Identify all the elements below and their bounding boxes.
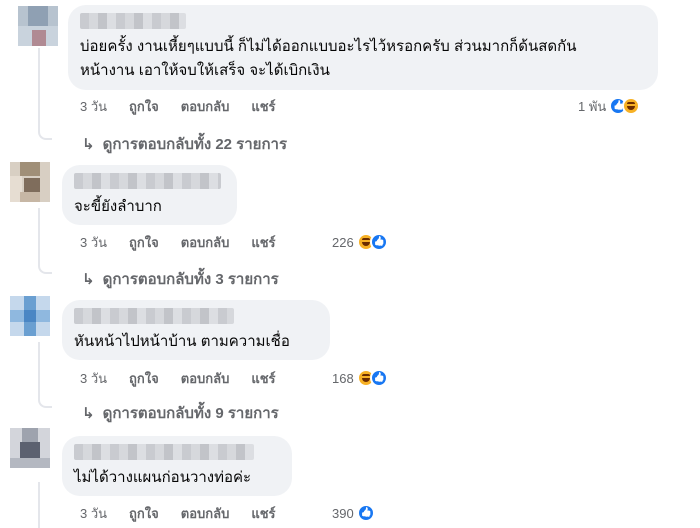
thread-elbow [38,128,52,140]
view-replies-link[interactable]: ↳ ดูการตอบกลับทั้ง 3 รายการ [82,267,279,291]
reply-button[interactable]: ตอบกลับ [181,368,230,389]
like-button[interactable]: ถูกใจ [129,232,159,253]
reply-arrow-icon: ↳ [82,271,95,288]
comment-bubble: ไม่ได้วางแผนก่อนวางท่อค่ะ [62,436,292,496]
timestamp[interactable]: 3 วัน [80,368,107,389]
like-button[interactable]: ถูกใจ [129,96,159,117]
view-replies-label: ดูการตอบกลับทั้ง 3 รายการ [102,271,279,288]
comment-actions: 3 วัน ถูกใจ ตอบกลับ แชร์ [80,503,292,523]
view-replies-label: ดูการตอบกลับทั้ง 22 รายการ [102,136,288,153]
reaction-summary[interactable]: 226 [332,232,388,252]
avatar[interactable] [18,6,58,46]
thread-line [38,482,40,528]
share-button[interactable]: แชร์ [251,232,275,253]
avatar[interactable] [10,296,50,336]
reaction-summary[interactable]: 1 พัน [578,96,641,116]
comment-actions: 3 วัน ถูกใจ ตอบกลับ แชร์ [80,96,298,116]
reaction-count: 226 [332,234,354,250]
reaction-count: 168 [332,370,354,386]
thread-elbow [38,262,52,274]
comment-bubble: หันหน้าไปหน้าบ้าน ตามความเชื่อ [62,300,330,360]
avatar[interactable] [10,162,50,202]
author-name-blurred[interactable] [74,173,221,189]
thread-line [38,208,40,264]
comment-bubble: จะขี้ยังลำบาก [62,165,237,225]
haha-icon [622,97,641,115]
view-replies-link[interactable]: ↳ ดูการตอบกลับทั้ง 9 รายการ [82,401,279,425]
reaction-summary[interactable]: 168 [332,368,388,388]
thread-line [38,342,40,398]
avatar[interactable] [10,428,50,468]
timestamp[interactable]: 3 วัน [80,232,107,253]
reaction-count: 390 [332,505,354,521]
comment-text: หน้างาน เอาให้จบให้เสร็จ จะได้เบิกเงิน [80,62,330,79]
timestamp[interactable]: 3 วัน [80,503,107,524]
like-icon [369,369,388,387]
reply-button[interactable]: ตอบกลับ [181,232,230,253]
share-button[interactable]: แชร์ [251,503,275,524]
comment-actions: 3 วัน ถูกใจ ตอบกลับ แชร์ [80,368,292,388]
comment-actions: 3 วัน ถูกใจ ตอบกลับ แชร์ [80,232,292,252]
thread-line [38,48,40,130]
view-replies-label: ดูการตอบกลับทั้ง 9 รายการ [102,405,279,422]
author-name-blurred[interactable] [80,13,186,29]
reaction-summary[interactable]: 390 [332,503,375,523]
author-name-blurred[interactable] [74,444,254,460]
reply-arrow-icon: ↳ [82,136,95,153]
timestamp[interactable]: 3 วัน [80,96,107,117]
like-icon [356,504,375,522]
comment-text: ไม่ได้วางแผนก่อนวางท่อค่ะ [74,469,252,486]
share-button[interactable]: แชร์ [251,96,275,117]
reply-button[interactable]: ตอบกลับ [181,96,230,117]
comment-text: บ่อยครั้ง งานเหี้ยๆแบบนี้ ก็ไม่ได้ออกแบบ… [80,38,577,55]
like-button[interactable]: ถูกใจ [129,368,159,389]
comment-text: จะขี้ยังลำบาก [74,198,162,215]
reaction-count: 1 พัน [578,98,607,114]
share-button[interactable]: แชร์ [251,368,275,389]
like-icon [369,233,388,251]
thread-elbow [38,396,52,408]
view-replies-link[interactable]: ↳ ดูการตอบกลับทั้ง 22 รายการ [82,132,287,156]
reply-button[interactable]: ตอบกลับ [181,503,230,524]
author-name-blurred[interactable] [74,308,234,324]
comment-text: หันหน้าไปหน้าบ้าน ตามความเชื่อ [74,333,290,350]
like-button[interactable]: ถูกใจ [129,503,159,524]
comment-bubble: บ่อยครั้ง งานเหี้ยๆแบบนี้ ก็ไม่ได้ออกแบบ… [68,5,658,90]
reply-arrow-icon: ↳ [82,405,95,422]
